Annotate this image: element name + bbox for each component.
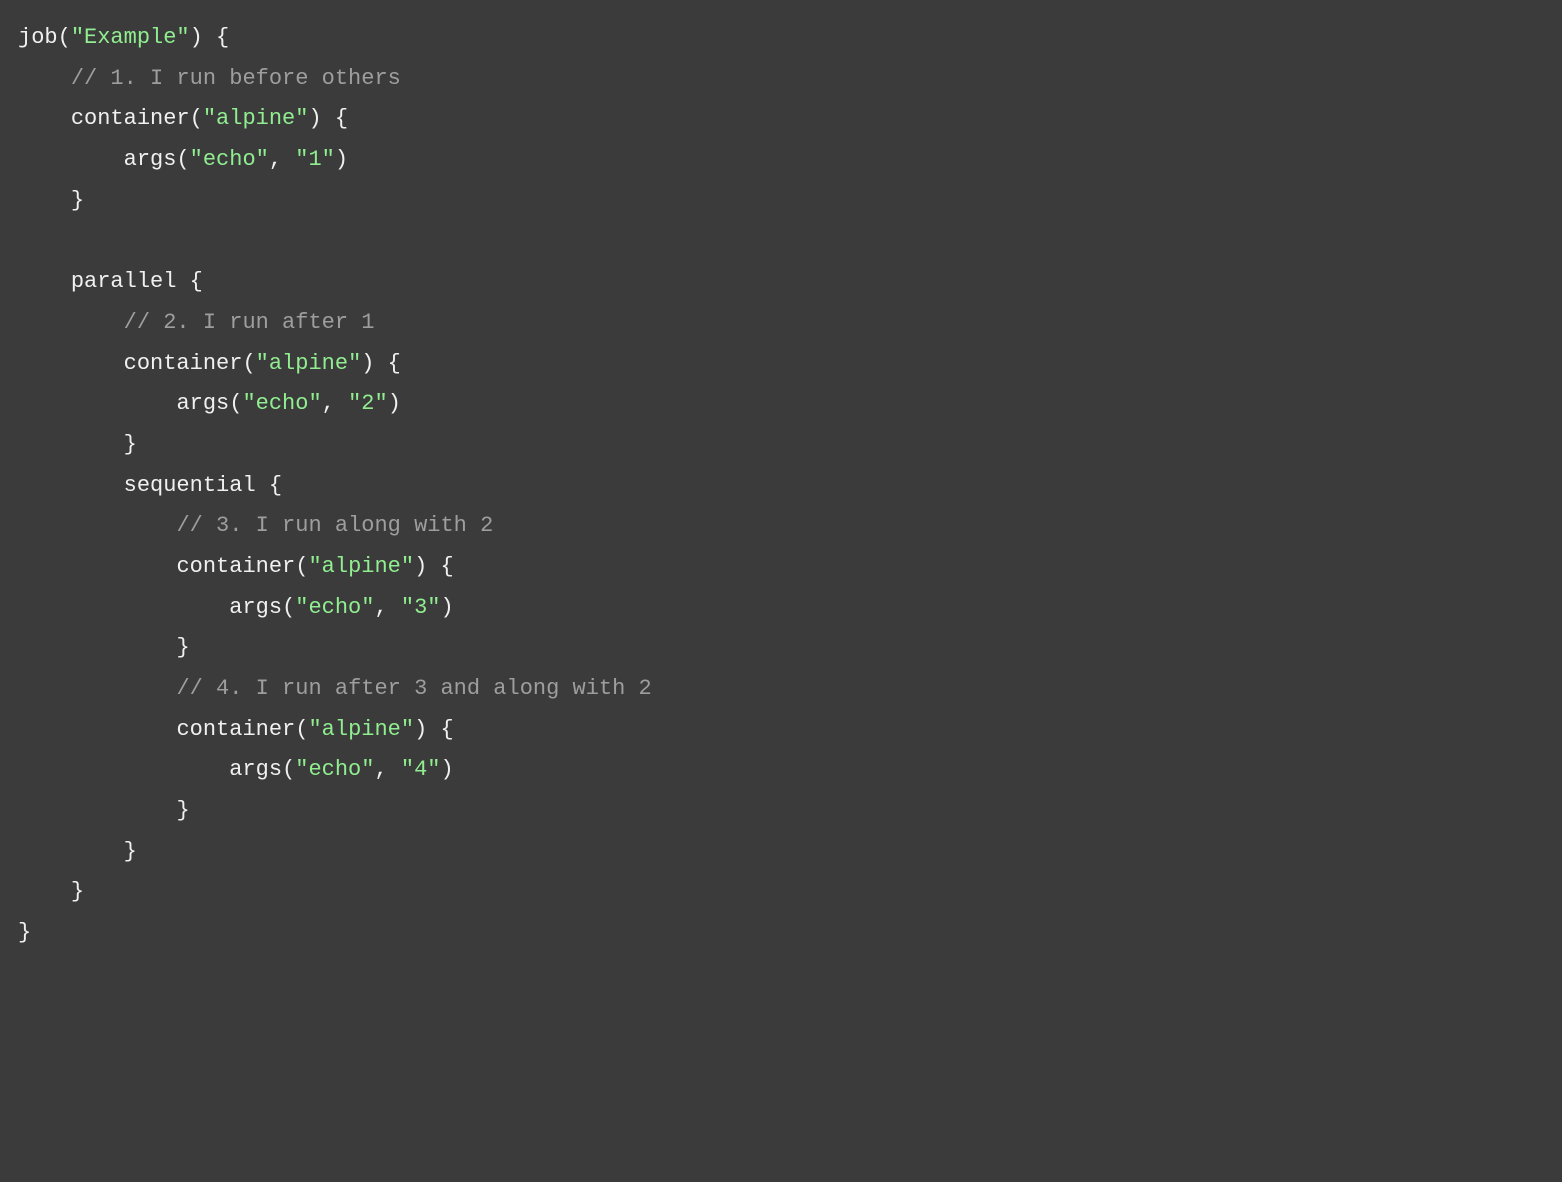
code-comment: // 1. I run before others	[71, 66, 401, 91]
code-string: "4"	[401, 757, 441, 782]
indent	[18, 106, 71, 131]
code-string: "alpine"	[203, 106, 309, 131]
indent	[18, 595, 229, 620]
code-token: }	[176, 635, 189, 660]
code-token: ) {	[414, 554, 454, 579]
code-line-15: args("echo", "3")	[18, 588, 1544, 629]
code-token: )	[440, 757, 453, 782]
code-token: ,	[269, 147, 295, 172]
code-token: ,	[374, 757, 400, 782]
code-string: "alpine"	[308, 717, 414, 742]
code-token: }	[71, 188, 84, 213]
code-token: )	[335, 147, 348, 172]
code-line-13: // 3. I run along with 2	[18, 506, 1544, 547]
code-token: container(	[176, 554, 308, 579]
code-line-3: container("alpine") {	[18, 99, 1544, 140]
code-comment: // 3. I run along with 2	[176, 513, 493, 538]
code-line-23: }	[18, 913, 1544, 954]
indent	[18, 351, 124, 376]
code-token: ,	[374, 595, 400, 620]
indent	[18, 432, 124, 457]
code-line-17: // 4. I run after 3 and along with 2	[18, 669, 1544, 710]
indent	[18, 717, 176, 742]
code-token: }	[18, 920, 31, 945]
code-line-21: }	[18, 832, 1544, 873]
code-string: "1"	[295, 147, 335, 172]
code-token: args(	[229, 595, 295, 620]
indent	[18, 554, 176, 579]
code-token: }	[71, 879, 84, 904]
code-block[interactable]: job("Example") { // 1. I run before othe…	[18, 18, 1544, 954]
code-token: container(	[71, 106, 203, 131]
code-line-12: sequential {	[18, 466, 1544, 507]
code-line-14: container("alpine") {	[18, 547, 1544, 588]
indent	[18, 635, 176, 660]
indent	[18, 269, 71, 294]
indent	[18, 391, 176, 416]
indent	[18, 757, 229, 782]
code-line-4: args("echo", "1")	[18, 140, 1544, 181]
code-line-1: job("Example") {	[18, 18, 1544, 59]
indent	[18, 513, 176, 538]
code-string: "2"	[348, 391, 388, 416]
code-token: args(	[124, 147, 190, 172]
code-line-7: parallel {	[18, 262, 1544, 303]
code-string: "echo"	[295, 595, 374, 620]
indent	[18, 188, 71, 213]
indent	[18, 310, 124, 335]
indent	[18, 676, 176, 701]
indent	[18, 798, 176, 823]
code-line-6	[18, 221, 1544, 262]
code-comment: // 2. I run after 1	[124, 310, 375, 335]
code-token: ,	[322, 391, 348, 416]
code-token: }	[124, 839, 137, 864]
code-token: ) {	[308, 106, 348, 131]
code-token: }	[124, 432, 137, 457]
indent	[18, 66, 71, 91]
code-string: "echo"	[190, 147, 269, 172]
code-line-18: container("alpine") {	[18, 710, 1544, 751]
code-line-10: args("echo", "2")	[18, 384, 1544, 425]
code-line-11: }	[18, 425, 1544, 466]
code-token: }	[176, 798, 189, 823]
indent	[18, 879, 71, 904]
code-token: args(	[229, 757, 295, 782]
code-string: "alpine"	[256, 351, 362, 376]
indent	[18, 473, 124, 498]
code-string: "Example"	[71, 25, 190, 50]
code-token: ) {	[190, 25, 230, 50]
indent	[18, 839, 124, 864]
code-string: "echo"	[242, 391, 321, 416]
code-string: "alpine"	[308, 554, 414, 579]
code-line-16: }	[18, 628, 1544, 669]
code-line-22: }	[18, 872, 1544, 913]
indent	[18, 147, 124, 172]
code-string: "3"	[401, 595, 441, 620]
code-token: )	[440, 595, 453, 620]
code-token: container(	[124, 351, 256, 376]
code-token: ) {	[361, 351, 401, 376]
code-token: job(	[18, 25, 71, 50]
code-line-19: args("echo", "4")	[18, 750, 1544, 791]
code-string: "echo"	[295, 757, 374, 782]
code-line-5: }	[18, 181, 1544, 222]
code-line-20: }	[18, 791, 1544, 832]
code-token: container(	[176, 717, 308, 742]
code-token: args(	[176, 391, 242, 416]
code-comment: // 4. I run after 3 and along with 2	[176, 676, 651, 701]
code-token: parallel {	[71, 269, 203, 294]
code-token: ) {	[414, 717, 454, 742]
code-token: )	[388, 391, 401, 416]
code-line-8: // 2. I run after 1	[18, 303, 1544, 344]
code-line-9: container("alpine") {	[18, 344, 1544, 385]
code-token: sequential {	[124, 473, 282, 498]
code-line-2: // 1. I run before others	[18, 59, 1544, 100]
